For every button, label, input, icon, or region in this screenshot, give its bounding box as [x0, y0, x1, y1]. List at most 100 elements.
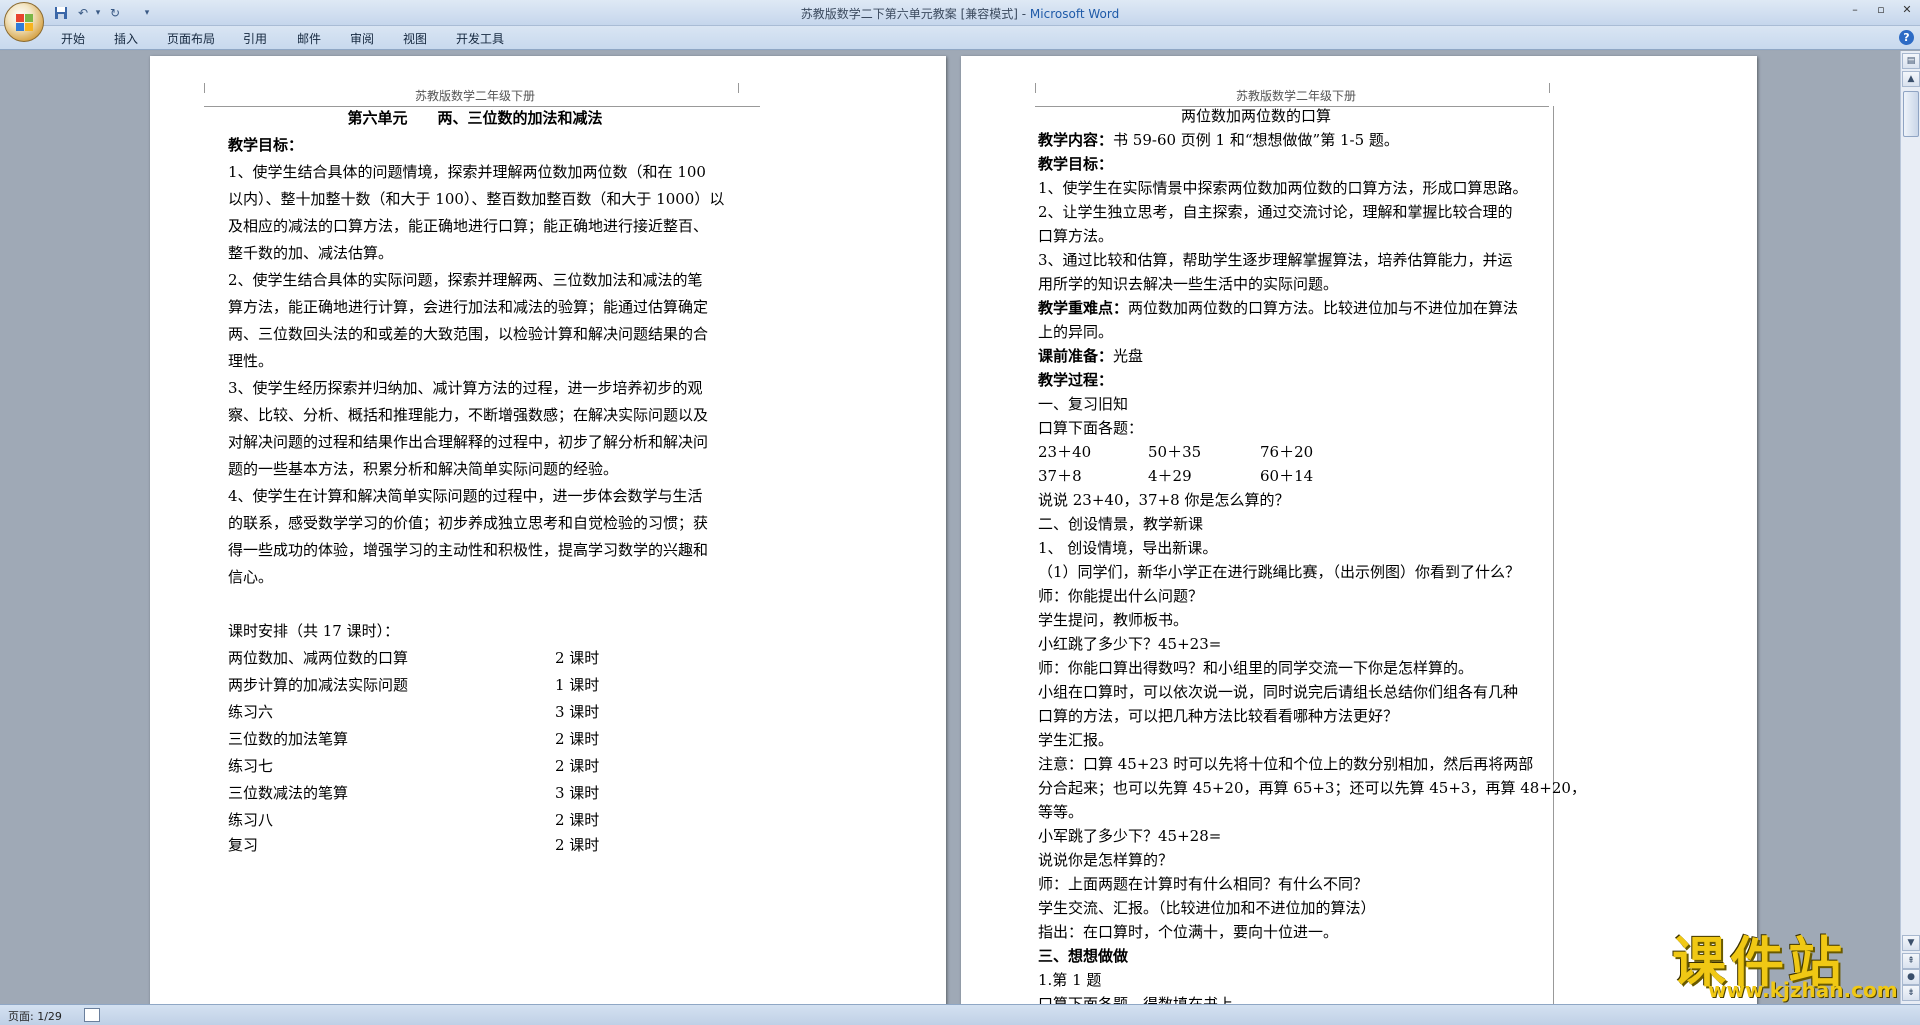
calc-item: 60＋14: [1260, 467, 1314, 485]
tab-home[interactable]: 开始: [61, 30, 85, 47]
office-logo-icon: [16, 14, 34, 32]
previous-page-icon[interactable]: ⇞: [1902, 953, 1920, 969]
schedule-item: 三位数的加法笔算: [228, 730, 349, 748]
tab-mailings[interactable]: 邮件: [297, 30, 321, 47]
body-line: 口算方法。: [1038, 227, 1114, 245]
window-title: 苏教版数学二下第六单元教案 [兼容模式] - Microsoft Word: [0, 5, 1920, 22]
schedule-hours: 3 课时: [555, 784, 600, 802]
body-line: 得一些成功的体验，增强学习的主动性和积极性，提高学习数学的兴趣和: [228, 541, 709, 559]
schedule-heading: 课时安排（共 17 课时）：: [228, 622, 400, 640]
tab-references[interactable]: 引用: [243, 30, 267, 47]
key-label: 教学重难点：: [1038, 299, 1129, 317]
document-title: 苏教版数学二下第六单元教案 [兼容模式] -: [800, 7, 1030, 21]
body-line: 3、使学生经历探索并归纳加、减计算方法的过程，进一步培养初步的观: [228, 379, 703, 397]
ruler-toggle-icon[interactable]: ▤: [1902, 53, 1920, 69]
goal-heading: 教学目标：: [1038, 155, 1114, 173]
restore-icon[interactable]: ▫: [1868, 2, 1894, 20]
calc-item: 4＋29: [1148, 467, 1192, 485]
macro-recording-icon[interactable]: [84, 1008, 100, 1022]
body-line: 以内）、整十加整十数（和大于 100）、整百数加整百数（和大于 1000）以: [228, 190, 725, 208]
section-heading: 教学目标：: [228, 136, 304, 154]
document-page-1: 苏教版数学二年级下册 第六单元 两、三位数的加法和减法 教学目标： 1、使学生结…: [150, 56, 946, 1004]
body-line: 及相应的减法的口算方法，能正确地进行口算；能正确地进行接近整百、: [228, 217, 709, 235]
body-line: 师：上面两题在计算时有什么相同？有什么不同？: [1038, 875, 1369, 893]
body-line: 口算下面各题：: [1038, 419, 1144, 437]
vertical-scrollbar[interactable]: ▤ ▲ ▼ ⇞ ● ⇟: [1900, 51, 1920, 1004]
prep-text: 光盘: [1113, 347, 1144, 365]
body-line: 两、三位数回头法的和或差的大致范围，以检验计算和解决问题结果的合: [228, 325, 709, 343]
body-line: 师：你能提出什么问题？: [1038, 587, 1204, 605]
body-line: 4、使学生在计算和解决简单实际问题的过程中，进一步体会数学与生活: [228, 487, 703, 505]
schedule-item: 两位数加、减两位数的口算: [228, 649, 409, 667]
tab-insert[interactable]: 插入: [114, 30, 138, 47]
tab-view[interactable]: 视图: [403, 30, 427, 47]
prep-label: 课前准备：: [1038, 347, 1114, 365]
page-count[interactable]: 页面: 1/29: [8, 1008, 62, 1024]
content-label: 教学内容：: [1038, 131, 1114, 149]
body-line: 1.第 1 题: [1038, 971, 1102, 989]
body-line: 一、复习旧知: [1038, 395, 1129, 413]
title-bar: ↶ ▾ ↻ ▾ 苏教版数学二下第六单元教案 [兼容模式] - Microsoft…: [0, 0, 1920, 42]
close-icon[interactable]: ✕: [1894, 2, 1920, 20]
body-line: 口算的方法，可以把几种方法比较看看哪种方法更好？: [1038, 707, 1399, 725]
body-line: 口算下面各题，得数填在书上。: [1038, 995, 1249, 1004]
body-line: 小军跳了多少下？45+28=: [1038, 827, 1222, 845]
body-line: 对解决问题的过程和结果作出合理解释的过程中，初步了解分析和解决问: [228, 433, 709, 451]
schedule-item: 练习八: [228, 811, 274, 829]
schedule-item: 复习: [228, 836, 259, 854]
body-line: 1、使学生结合具体的问题情境，探索并理解两位数加两位数（和在 100: [228, 163, 706, 181]
key-line: 教学重难点：两位数加两位数的口算方法。比较进位加与不进位加在算法: [1038, 296, 1518, 320]
practice-heading: 三、想想做做: [1038, 947, 1129, 965]
tab-developer[interactable]: 开发工具: [456, 30, 504, 47]
minimize-icon[interactable]: –: [1842, 2, 1868, 20]
body-line: 题的一些基本方法，积累分析和解决简单实际问题的经验。: [228, 460, 619, 478]
tab-review[interactable]: 审阅: [350, 30, 374, 47]
schedule-hours: 2 课时: [555, 811, 600, 829]
app-name: Microsoft Word: [1029, 7, 1120, 21]
schedule-item: 两步计算的加减法实际问题: [228, 676, 409, 694]
body-line: 算方法，能正确地进行计算，会进行加法和减法的验算；能通过估算确定: [228, 298, 709, 316]
body-line: 整千数的加、减法估算。: [228, 244, 394, 262]
body-line: 学生提问，教师板书。: [1038, 611, 1189, 629]
body-line: 学生交流、汇报。（比较进位加和不进位加的算法）: [1038, 899, 1376, 917]
browse-object-icon[interactable]: ●: [1902, 969, 1920, 985]
schedule-hours: 2 课时: [555, 649, 600, 667]
watermark-logo: 课件站 www.kjzhan.com: [1668, 918, 1898, 1008]
scroll-up-icon[interactable]: ▲: [1902, 71, 1920, 87]
page-header: 苏教版数学二年级下册: [414, 89, 535, 103]
text-boundary: [1553, 106, 1554, 1004]
body-line: 学生汇报。: [1038, 731, 1114, 749]
schedule-item: 练习六: [228, 703, 274, 721]
key-text: 两位数加两位数的口算方法。比较进位加与不进位加在算法: [1128, 299, 1519, 317]
office-button[interactable]: [4, 2, 44, 42]
schedule-hours: 3 课时: [555, 703, 600, 721]
content-line: 教学内容：书 59-60 页例 1 和“想想做做”第 1-5 题。: [1038, 128, 1399, 152]
page-title: 第六单元 两、三位数的加法和减法: [347, 109, 603, 127]
document-area: 苏教版数学二年级下册 第六单元 两、三位数的加法和减法 教学目标： 1、使学生结…: [0, 51, 1900, 1004]
next-page-icon[interactable]: ⇟: [1902, 985, 1920, 1001]
help-icon[interactable]: ?: [1899, 30, 1914, 45]
body-line: 1、使学生在实际情景中探索两位数加两位数的口算方法，形成口算思路。: [1038, 179, 1528, 197]
body-line: 3、通过比较和估算，帮助学生逐步理解掌握算法，培养估算能力，并运: [1038, 251, 1513, 269]
schedule-hours: 2 课时: [555, 836, 600, 854]
calc-item: 76＋20: [1260, 443, 1314, 461]
body-line: 等等。: [1038, 803, 1084, 821]
body-line: 察、比较、分析、概括和推理能力，不断增强数感；在解决实际问题以及: [228, 406, 709, 424]
calc-item: 23＋40: [1038, 443, 1092, 461]
body-line: 1、 创设情境，导出新课。: [1038, 539, 1218, 557]
schedule-hours: 2 课时: [555, 730, 600, 748]
body-line: 注意：口算 45+23 时可以先将十位和个位上的数分别相加，然后再将两部: [1038, 755, 1534, 773]
tab-page-layout[interactable]: 页面布局: [167, 30, 215, 47]
document-page-2: 苏教版数学二年级下册 两位数加两位数的口算 教学内容：书 59-60 页例 1 …: [961, 56, 1757, 1004]
body-line: 的联系，感受数学学习的价值；初步养成独立思考和自觉检验的习惯；获: [228, 514, 709, 532]
process-heading: 教学过程：: [1038, 371, 1114, 389]
scroll-thumb[interactable]: [1903, 91, 1919, 137]
schedule-item: 三位数减法的笔算: [228, 784, 349, 802]
watermark-url: www.kjzhan.com: [1708, 978, 1898, 1002]
body-line: 小组在口算时，可以依次说一说，同时说完后请组长总结你们组各有几种: [1038, 683, 1519, 701]
scroll-down-icon[interactable]: ▼: [1902, 935, 1920, 951]
body-line: 用所学的知识去解决一些生活中的实际问题。: [1038, 275, 1339, 293]
body-line: 分合起来；也可以先算 45+20，再算 65+3；还可以先算 45+3，再算 4…: [1038, 779, 1586, 797]
body-line: 指出：在口算时，个位满十，要向十位进一。: [1038, 923, 1339, 941]
calc-item: 37＋8: [1038, 467, 1082, 485]
